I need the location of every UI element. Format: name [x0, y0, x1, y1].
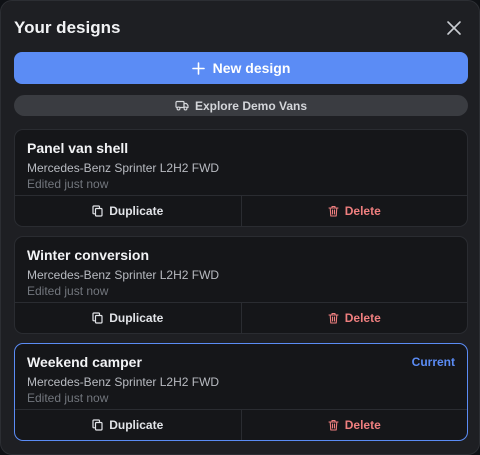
trash-icon: [328, 205, 339, 217]
delete-button[interactable]: Delete: [242, 303, 468, 333]
delete-label: Delete: [344, 311, 381, 325]
duplicate-button[interactable]: Duplicate: [15, 303, 242, 333]
explore-demo-vans-label: Explore Demo Vans: [194, 98, 308, 113]
design-vehicle-model: Mercedes-Benz Sprinter L2H2 FWD: [27, 268, 220, 282]
design-name: Weekend camper: [27, 354, 142, 370]
truck-icon: [175, 100, 189, 111]
design-card-current: Weekend camper Current Mercedes-Benz Spr…: [14, 343, 468, 441]
delete-button[interactable]: Delete: [242, 196, 468, 226]
design-vehicle-model: Mercedes-Benz Sprinter L2H2 FWD: [27, 161, 220, 175]
design-card-actions: Duplicate Delete: [15, 302, 467, 333]
copy-icon: [92, 419, 103, 431]
delete-label: Delete: [344, 204, 381, 218]
design-name: Panel van shell: [27, 140, 129, 156]
current-badge: Current: [411, 355, 455, 369]
delete-button[interactable]: Delete: [242, 410, 468, 440]
duplicate-label: Duplicate: [109, 204, 164, 218]
plus-icon: [191, 61, 205, 75]
panel-title: Your designs: [14, 18, 121, 37]
trash-icon: [328, 312, 339, 324]
copy-icon: [92, 312, 103, 324]
duplicate-label: Duplicate: [109, 418, 164, 432]
design-edited-time: Edited just now: [27, 284, 109, 298]
duplicate-button[interactable]: Duplicate: [15, 196, 242, 226]
trash-icon: [328, 419, 339, 431]
close-icon: [447, 21, 461, 35]
design-vehicle-model: Mercedes-Benz Sprinter L2H2 FWD: [27, 375, 220, 389]
duplicate-button[interactable]: Duplicate: [15, 410, 242, 440]
design-card: Winter conversion Mercedes-Benz Sprinter…: [14, 236, 468, 334]
delete-label: Delete: [344, 418, 381, 432]
design-name: Winter conversion: [27, 247, 150, 263]
design-card-actions: Duplicate Delete: [15, 409, 467, 440]
design-card-body[interactable]: Winter conversion Mercedes-Benz Sprinter…: [27, 246, 455, 303]
new-design-label: New design: [212, 60, 291, 76]
close-button[interactable]: [445, 19, 463, 37]
design-card-body[interactable]: Weekend camper Current Mercedes-Benz Spr…: [27, 353, 455, 410]
design-edited-time: Edited just now: [27, 177, 109, 191]
design-card-actions: Duplicate Delete: [15, 195, 467, 226]
design-edited-time: Edited just now: [27, 391, 109, 405]
duplicate-label: Duplicate: [109, 311, 164, 325]
design-card: Panel van shell Mercedes-Benz Sprinter L…: [14, 129, 468, 227]
copy-icon: [92, 205, 103, 217]
design-card-body[interactable]: Panel van shell Mercedes-Benz Sprinter L…: [27, 139, 455, 196]
new-design-button[interactable]: New design: [14, 52, 468, 84]
designs-panel: Your designs New design Explore Demo Van…: [0, 0, 480, 455]
explore-demo-vans-button[interactable]: Explore Demo Vans: [14, 95, 468, 116]
panel-header: Your designs: [14, 16, 467, 40]
